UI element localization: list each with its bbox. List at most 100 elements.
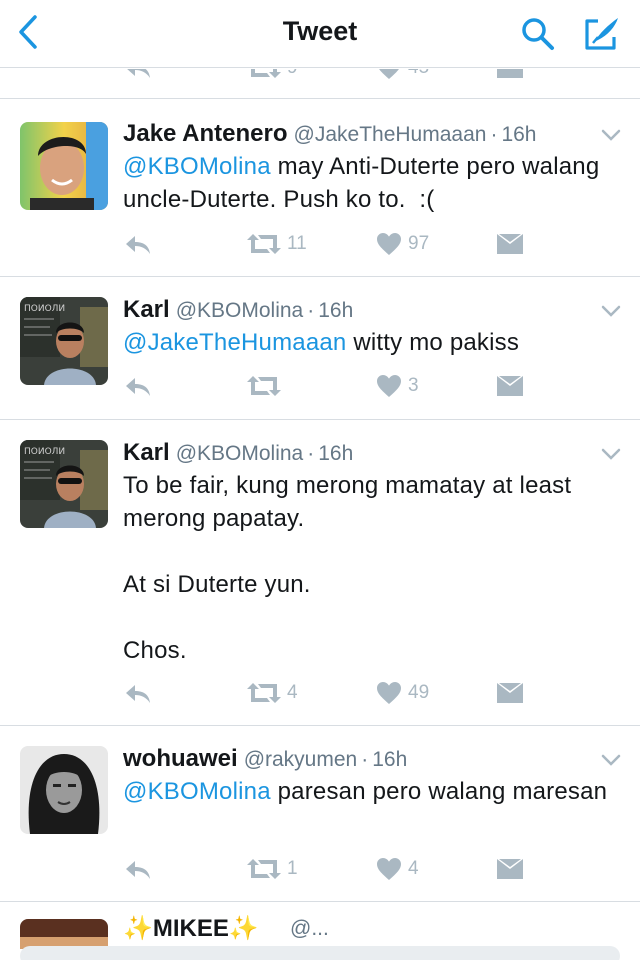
direct-message-button[interactable] [496,229,524,259]
retweet-icon [247,234,281,254]
tweet-item[interactable]: ПОИОЛИ Karl @KBOMolina · 16h To be fair, ku… [0,420,640,726]
compose-button[interactable] [578,12,626,56]
retweet-button[interactable]: 4 [247,678,298,708]
partial-tweet-actions: 9 45 [0,69,640,99]
retweet-icon [247,859,281,879]
reply-button[interactable] [124,371,152,401]
retweet-count: 1 [287,858,298,879]
timestamp: 16h [318,299,354,322]
envelope-icon [497,376,523,396]
retweet-button[interactable] [247,371,287,401]
user-handle[interactable]: @KBOMolina [176,299,304,322]
user-name[interactable]: Karl [123,296,170,323]
chevron-down-icon [601,305,621,317]
direct-message-button[interactable] [496,69,524,83]
user-name[interactable]: Jake Antenero [123,120,288,147]
timestamp: 16h [372,748,408,771]
direct-message-button[interactable] [496,371,524,401]
user-name[interactable]: Karl [123,439,170,466]
reply-input-bar[interactable] [20,946,620,960]
like-button[interactable]: 4 [376,854,419,884]
tweet-item[interactable]: Jake Antenero @JakeTheHumaaan · 16h @KBOMol… [0,100,640,277]
retweet-icon [247,683,281,703]
heart-icon [377,858,401,880]
envelope-icon [497,234,523,254]
tweet-text: To be fair, kung merong mamatay at least… [123,469,624,667]
retweet-button[interactable]: 1 [247,854,298,884]
tweet-text: @KBOMolina paresan pero walang maresan [123,775,624,808]
user-handle[interactable]: @... [290,917,329,941]
user-name[interactable]: ✨MIKEE✨ [123,914,259,943]
tweet-options-button[interactable] [596,748,626,772]
chevron-down-icon [601,448,621,460]
retweet-count: 11 [287,233,307,254]
user-handle[interactable]: @JakeTheHumaaan [294,123,487,146]
tweet-options-button[interactable] [596,442,626,466]
user-handle[interactable]: @KBOMolina [176,442,304,465]
reply-icon [126,378,150,396]
tweet-item[interactable]: ПОИОЛИ Karl @KBOMolina · 16h @JakeTheHumaaa… [0,277,640,420]
tweet-header: Karl @KBOMolina · 16h [123,294,624,324]
tweet-text-body: To be fair, kung merong mamatay at least… [123,472,572,664]
user-handle[interactable]: @rakyumen [244,748,358,771]
avatar[interactable] [20,919,108,949]
tweet-text: @KBOMolina may Anti-Duterte pero walang … [123,150,624,216]
direct-message-button[interactable] [496,678,524,708]
tweet-item[interactable]: wohuawei @rakyumen · 16h @KBOMolina paresan… [0,726,640,902]
compose-icon [585,18,618,50]
like-count: 3 [408,375,419,396]
heart-icon [377,682,401,704]
tweet-options-button[interactable] [596,299,626,323]
tweet-actions: 11 97 [0,229,640,259]
mention-link[interactable]: @JakeTheHumaaan [123,329,346,356]
svg-text:ПОИОЛИ: ПОИОЛИ [24,447,65,457]
mention-link[interactable]: @KBOMolina [123,778,271,805]
chevron-left-icon [19,15,37,49]
search-icon [522,18,554,50]
separator-dot: · [307,442,315,465]
envelope-icon [497,69,523,78]
mention-link[interactable]: @KBOMolina [123,153,271,180]
user-name[interactable]: wohuawei [123,745,238,772]
retweet-count: 9 [287,69,298,79]
envelope-icon [497,683,523,703]
timestamp: 16h [318,442,354,465]
reply-icon [126,685,150,703]
reply-button[interactable] [124,69,152,83]
like-button[interactable]: 45 [376,69,429,83]
chevron-down-icon [601,129,621,141]
search-button[interactable] [516,12,560,56]
separator-dot: · [490,123,498,146]
retweet-button[interactable]: 11 [247,229,307,259]
tweet-text-body: paresan pero walang maresan [270,778,608,805]
separator-dot: · [361,748,369,771]
avatar[interactable]: ПОИОЛИ [20,440,108,528]
avatar[interactable] [20,746,108,834]
retweet-icon [247,376,281,396]
tweet-header: Jake Antenero @JakeTheHumaaan · 16h [123,118,624,148]
like-button[interactable]: 49 [376,678,429,708]
direct-message-button[interactable] [496,854,524,884]
tweet-header: wohuawei @rakyumen · 16h [123,743,624,773]
retweet-button[interactable]: 9 [247,69,298,83]
like-count: 45 [408,69,429,79]
retweet-count: 4 [287,682,298,703]
reply-button[interactable] [124,678,152,708]
separator-dot: · [307,299,315,322]
like-button[interactable]: 3 [376,371,419,401]
tweet-options-button[interactable] [596,123,626,147]
heart-icon [377,233,401,255]
like-count: 4 [408,858,419,879]
heart-icon [377,375,401,397]
nav-bar: Tweet [0,0,640,68]
like-count: 49 [408,682,430,703]
avatar[interactable] [20,122,108,210]
like-button[interactable]: 97 [376,229,429,259]
tweet-text-body: witty mo pakiss [346,329,520,356]
reply-icon [126,236,150,254]
back-button[interactable] [8,10,48,54]
envelope-icon [497,859,523,879]
reply-button[interactable] [124,229,152,259]
tweet-actions: 4 49 [0,678,640,708]
reply-button[interactable] [124,854,152,884]
